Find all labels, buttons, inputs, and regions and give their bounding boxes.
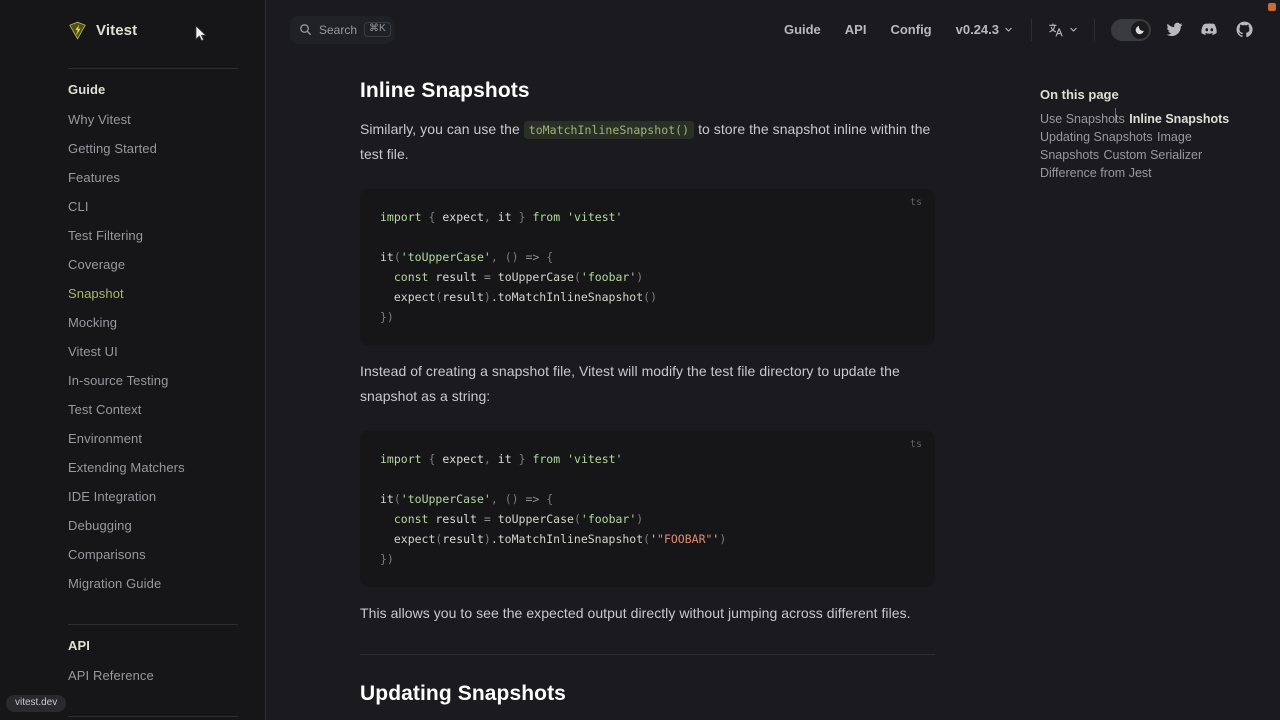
sidebar-group-guide: Guide Why Vitest Getting Started Feature…: [68, 68, 265, 602]
sidebar-item-extending-matchers[interactable]: Extending Matchers: [68, 453, 265, 482]
sidebar-divider-api: [68, 624, 238, 625]
search-shortcut-badge: ⌘K: [364, 22, 391, 37]
twitter-link[interactable]: [1157, 20, 1192, 39]
paragraph-this-allows: This allows you to see the expected outp…: [360, 604, 911, 621]
section-divider: [360, 653, 935, 655]
sidebar: Vitest Guide Why Vitest Getting Started …: [0, 0, 266, 720]
sidebar-group-title-guide: Guide: [68, 82, 106, 97]
moon-icon: [1135, 26, 1144, 35]
chevron-down-icon: [1070, 27, 1077, 32]
code-block-1-content[interactable]: import { expect, it } from 'vitest' it('…: [380, 207, 913, 327]
code-block-2: ts import { expect, it } from 'vitest' i…: [360, 430, 935, 587]
brand-name: Vitest: [96, 21, 138, 39]
sidebar-item-test-filtering[interactable]: Test Filtering: [68, 221, 265, 250]
status-bar-url: vitest.dev: [6, 695, 67, 712]
twitter-icon: [1166, 22, 1183, 37]
sidebar-item-snapshot[interactable]: Snapshot: [68, 279, 265, 308]
top-link-api[interactable]: API: [833, 22, 879, 37]
sidebar-item-getting-started[interactable]: Getting Started: [68, 134, 265, 163]
inline-code-tomatchinlinesnapshot: toMatchInlineSnapshot(): [523, 121, 695, 140]
sidebar-item-vitest-ui[interactable]: Vitest UI: [68, 337, 265, 366]
code-lang-label: ts: [909, 197, 922, 208]
sidebar-item-debugging[interactable]: Debugging: [68, 511, 265, 540]
version-label: v0.24.3: [955, 22, 999, 37]
top-link-guide[interactable]: Guide: [772, 22, 833, 37]
corner-indicator-dot: [1268, 3, 1276, 11]
sidebar-group-config: Config Config Reference: [68, 716, 265, 720]
search-icon: [300, 24, 312, 36]
code-lang-label: ts: [909, 438, 922, 450]
outline-item-difference-from-jest[interactable]: Difference from Jest: [1040, 160, 1152, 186]
discord-link[interactable]: [1192, 20, 1227, 39]
sidebar-divider-top: [68, 68, 238, 69]
sidebar-nav: Guide Why Vitest Getting Started Feature…: [0, 68, 265, 720]
sidebar-item-environment[interactable]: Environment: [68, 424, 265, 453]
theme-toggle-knob: [1131, 20, 1149, 39]
discord-icon: [1201, 23, 1217, 35]
sidebar-divider-config: [68, 716, 238, 717]
code-snapshot-value: "FOOBAR": [657, 531, 713, 546]
search-button[interactable]: Search ⌘K: [290, 15, 394, 44]
sidebar-item-in-source-testing[interactable]: In-source Testing: [68, 366, 265, 395]
language-dropdown[interactable]: [1042, 22, 1084, 38]
brand-logo-link[interactable]: Vitest: [0, 0, 265, 60]
nav-divider-2: [1094, 18, 1095, 41]
sidebar-item-api-reference[interactable]: API Reference: [68, 661, 265, 690]
github-link[interactable]: [1227, 20, 1262, 39]
version-dropdown[interactable]: v0.24.3: [944, 22, 1021, 37]
top-link-config[interactable]: Config: [878, 22, 943, 37]
sidebar-group-title-api: API: [68, 638, 90, 653]
sidebar-item-comparisons[interactable]: Comparisons: [68, 540, 265, 569]
chevron-down-icon: [1005, 27, 1012, 32]
sidebar-group-api: API API Reference: [68, 624, 265, 694]
vitest-logo-icon: [69, 21, 86, 40]
sidebar-item-coverage[interactable]: Coverage: [68, 250, 265, 279]
sidebar-item-features[interactable]: Features: [68, 163, 265, 192]
sidebar-item-why-vitest[interactable]: Why Vitest: [68, 105, 265, 134]
code-block-1: ts import { expect, it } from 'vitest' i…: [360, 189, 935, 345]
search-label: Search: [319, 22, 358, 37]
code-block-2-content[interactable]: import { expect, it } from 'vitest' it('…: [380, 449, 913, 569]
heading-inline-snapshots: Inline Snapshots: [360, 79, 530, 102]
paragraph-similarly: Similarly, you can use the toMatchInline…: [360, 117, 935, 167]
sidebar-item-test-context[interactable]: Test Context: [68, 395, 265, 424]
nav-divider-1: [1031, 18, 1032, 41]
translate-icon: [1049, 23, 1063, 36]
paragraph-text-before: Similarly, you can use the: [360, 121, 524, 138]
on-this-page-title: On this page: [1040, 87, 1119, 102]
on-this-page-outline: On this page Use Snapshots Inline Snapsh…: [1040, 88, 1240, 182]
theme-toggle[interactable]: [1111, 18, 1151, 41]
sidebar-item-migration-guide[interactable]: Migration Guide: [68, 569, 265, 598]
sidebar-item-ide-integration[interactable]: IDE Integration: [68, 482, 265, 511]
sidebar-item-cli[interactable]: CLI: [68, 192, 265, 221]
heading-updating-snapshots: Updating Snapshots: [360, 681, 566, 705]
top-nav-right: Guide API Config v0.24.3: [772, 0, 1280, 59]
document-body: Inline Snapshots Similarly, you can use …: [360, 60, 935, 720]
top-navigation-bar: Search ⌘K Guide API Config v0.24.3: [266, 0, 1280, 60]
github-icon: [1236, 21, 1253, 38]
paragraph-instead-of: Instead of creating a snapshot file, Vit…: [360, 363, 900, 404]
sidebar-item-mocking[interactable]: Mocking: [68, 308, 265, 337]
